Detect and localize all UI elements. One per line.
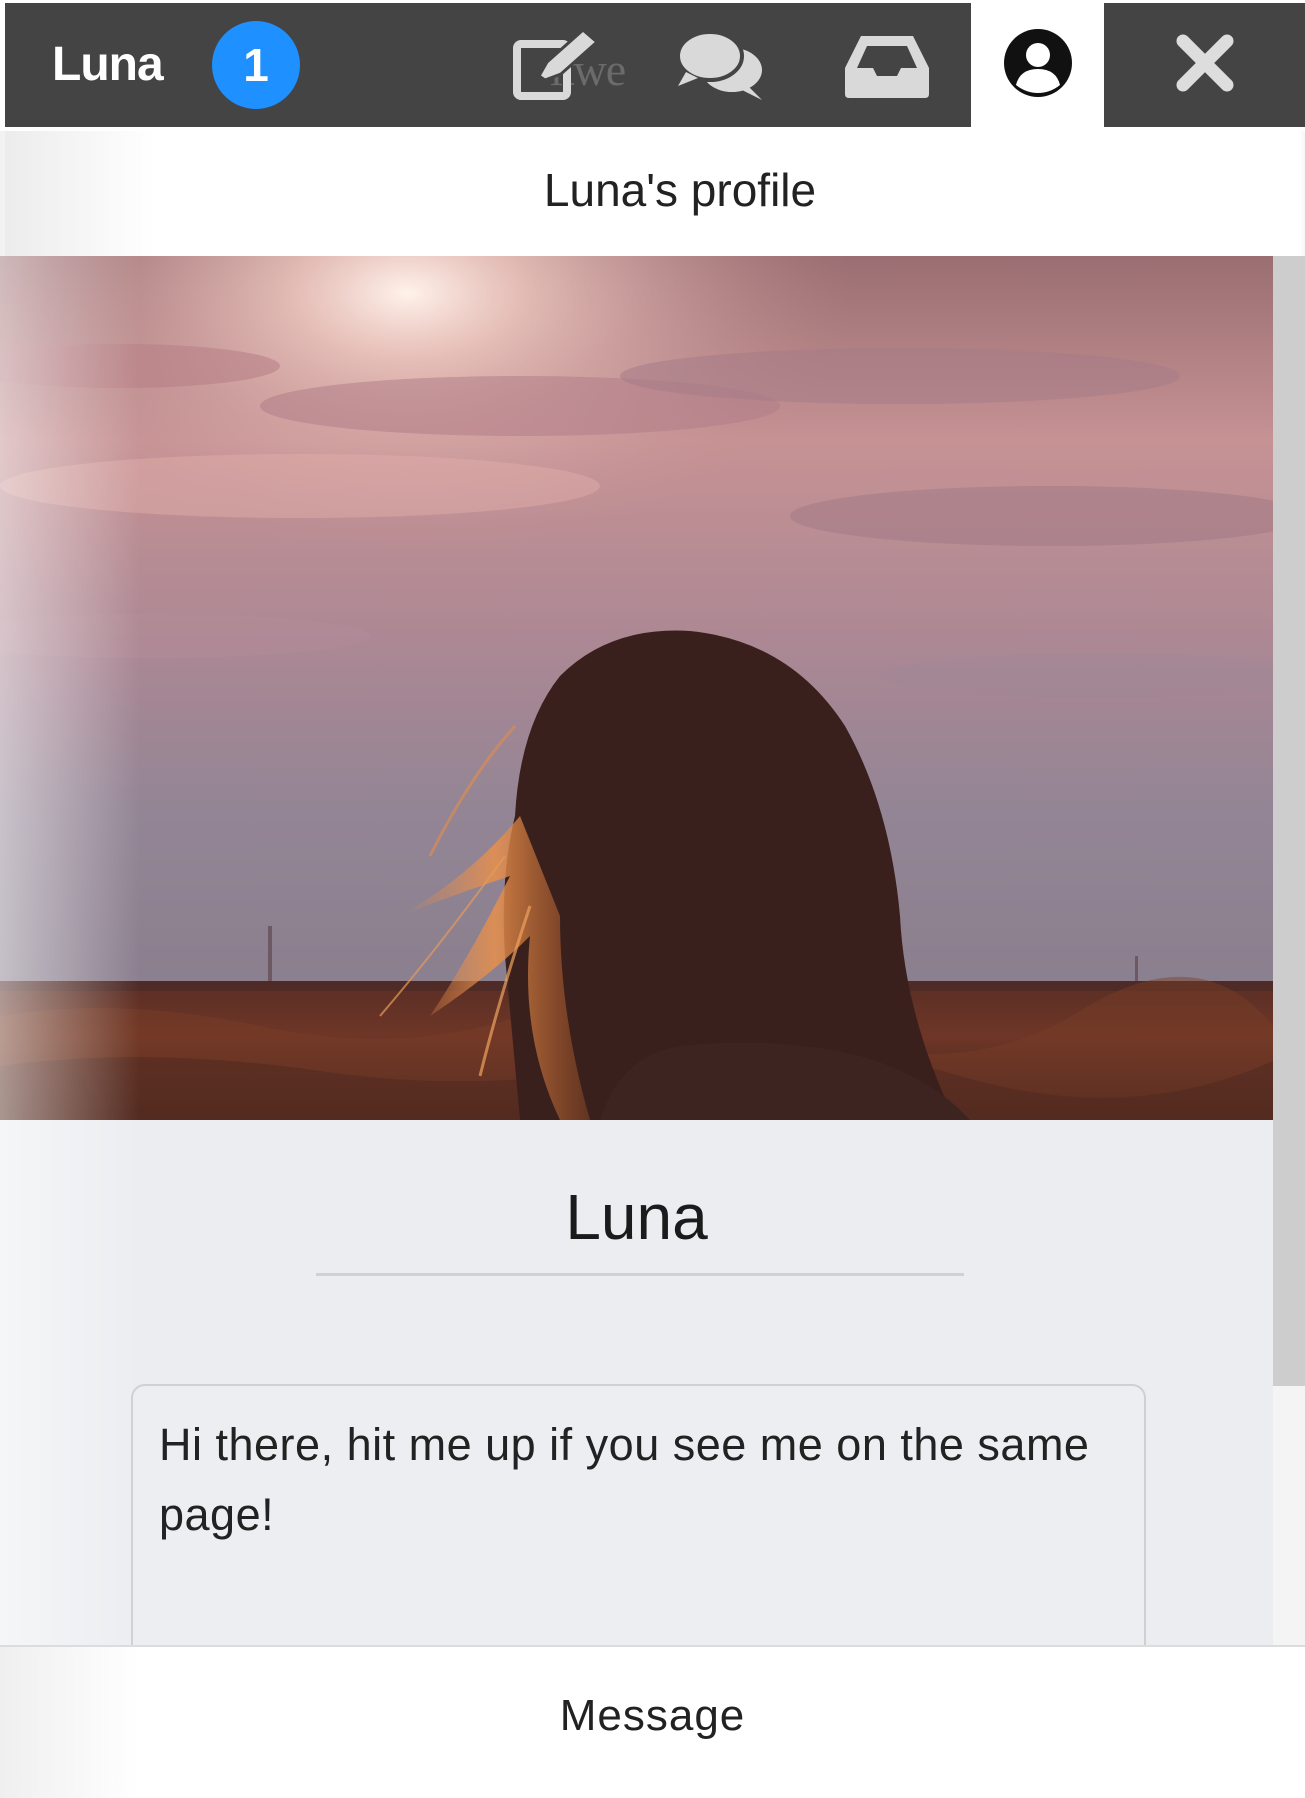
message-button[interactable]: Message: [0, 1691, 1305, 1741]
cover-photo: [0, 256, 1273, 1120]
top-bar-dark-section: Luna 1 itwe: [5, 3, 971, 127]
edit-icon: [511, 28, 603, 104]
tab-profile[interactable]: [971, 0, 1104, 131]
close-icon: [1175, 33, 1235, 98]
user-circle-icon: [1002, 27, 1074, 104]
scrollbar[interactable]: [1273, 256, 1305, 1645]
contact-name[interactable]: Luna: [52, 35, 164, 95]
close-button[interactable]: [1104, 3, 1305, 127]
panel-title: Luna's profile: [543, 164, 817, 216]
chat-bubbles-icon: [674, 28, 770, 104]
divider: [316, 1273, 964, 1276]
panel-header: Luna's profile: [0, 131, 1305, 256]
chat-profile-window: Luna 1 itwe Luna's profile Luna Hi there…: [0, 0, 1305, 1798]
inbox-icon: [841, 32, 933, 100]
profile-name: Luna: [565, 1181, 708, 1253]
footer: Message: [0, 1645, 1305, 1798]
edit-button[interactable]: [505, 25, 609, 107]
chat-button[interactable]: [670, 25, 774, 107]
scrollbar-thumb[interactable]: [1273, 256, 1305, 1386]
top-bar: Luna 1 itwe: [0, 0, 1305, 131]
cover-photo-image: [0, 256, 1273, 1120]
inbox-button[interactable]: [835, 25, 939, 107]
profile-content[interactable]: Luna Hi there, hit me up if you see me o…: [0, 256, 1273, 1645]
bio-box: Hi there, hit me up if you see me on the…: [131, 1384, 1146, 1645]
unread-badge: 1: [212, 21, 300, 109]
